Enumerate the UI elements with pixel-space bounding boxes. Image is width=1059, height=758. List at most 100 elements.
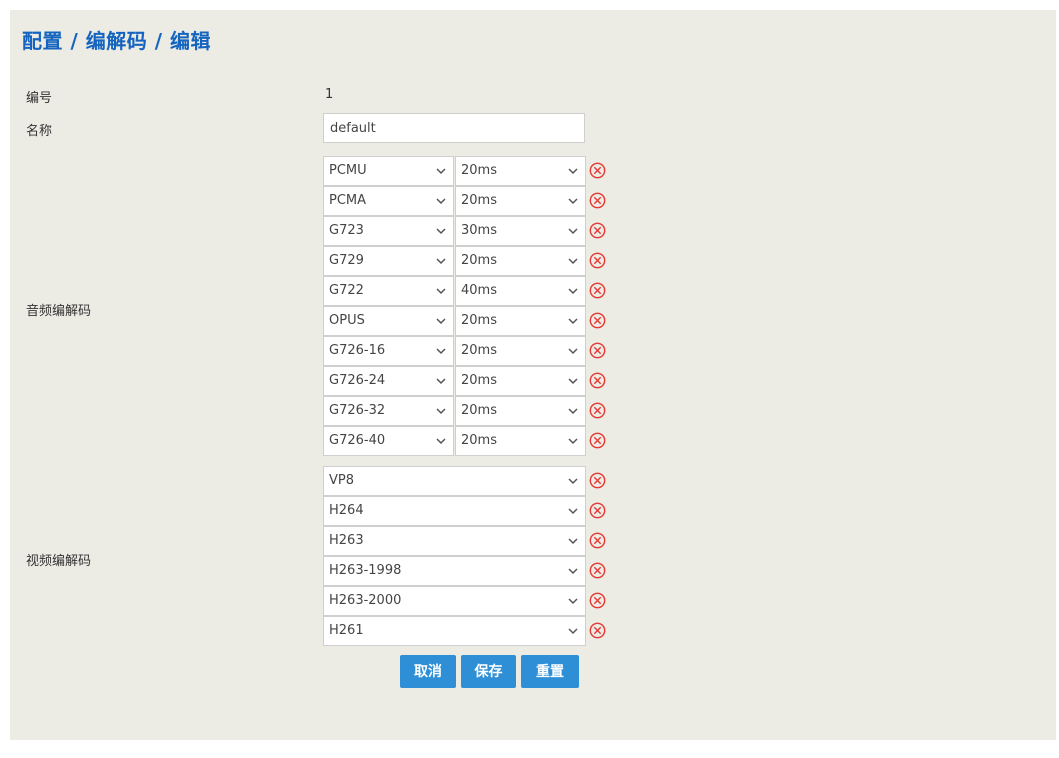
select-value: 20ms <box>461 403 497 418</box>
select-value: VP8 <box>329 473 355 488</box>
select-value: PCMU <box>329 163 367 178</box>
chevron-down-icon <box>568 478 578 485</box>
audio-codec-select[interactable]: OPUS <box>323 306 454 336</box>
chevron-down-icon <box>568 508 578 515</box>
select-value: H263-2000 <box>329 593 402 608</box>
chevron-down-icon <box>568 598 578 605</box>
audio-codec-select[interactable]: G726-32 <box>323 396 454 426</box>
chevron-down-icon <box>568 438 578 445</box>
video-codec-select[interactable]: VP8 <box>323 466 586 496</box>
remove-codec-icon[interactable] <box>589 562 606 579</box>
select-value: 30ms <box>461 223 497 238</box>
remove-codec-icon[interactable] <box>589 162 606 179</box>
remove-codec-icon[interactable] <box>589 432 606 449</box>
audio-codec-select[interactable]: PCMA <box>323 186 454 216</box>
audio-ptime-select[interactable]: 20ms <box>455 246 586 276</box>
chevron-down-icon <box>568 408 578 415</box>
chevron-down-icon <box>568 288 578 295</box>
chevron-down-icon <box>436 318 446 325</box>
video-codec-select[interactable]: H264 <box>323 496 586 526</box>
select-value: 20ms <box>461 343 497 358</box>
chevron-down-icon <box>568 348 578 355</box>
remove-codec-icon[interactable] <box>589 402 606 419</box>
remove-codec-icon[interactable] <box>589 222 606 239</box>
chevron-down-icon <box>568 318 578 325</box>
select-value: H263-1998 <box>329 563 402 578</box>
audio-codec-select[interactable]: G722 <box>323 276 454 306</box>
remove-codec-icon[interactable] <box>589 342 606 359</box>
select-value: G726-40 <box>329 433 386 448</box>
select-value: 20ms <box>461 433 497 448</box>
audio-ptime-select[interactable]: 20ms <box>455 336 586 366</box>
video-codec-select[interactable]: H263 <box>323 526 586 556</box>
name-label: 名称 <box>26 124 53 139</box>
remove-codec-icon[interactable] <box>589 312 606 329</box>
select-value: OPUS <box>329 313 365 328</box>
select-value: G726-32 <box>329 403 386 418</box>
select-value: G723 <box>329 223 364 238</box>
cancel-button[interactable]: 取消 <box>400 655 456 688</box>
edit-panel: 配置 / 编解码 / 编辑 编号 1 名称 音频编解码 PCMU 20ms PCMA… <box>10 10 1056 740</box>
audio-ptime-select[interactable]: 20ms <box>455 426 586 456</box>
select-value: PCMA <box>329 193 367 208</box>
video-codec-label: 视频编解码 <box>26 554 92 569</box>
audio-ptime-select[interactable]: 30ms <box>455 216 586 246</box>
reset-button[interactable]: 重置 <box>521 655 579 688</box>
audio-ptime-select[interactable]: 20ms <box>455 186 586 216</box>
select-value: 20ms <box>461 193 497 208</box>
chevron-down-icon <box>436 408 446 415</box>
audio-codec-select[interactable]: G726-24 <box>323 366 454 396</box>
audio-codec-select[interactable]: G723 <box>323 216 454 246</box>
chevron-down-icon <box>568 228 578 235</box>
audio-ptime-select[interactable]: 20ms <box>455 306 586 336</box>
audio-codec-select[interactable]: G726-40 <box>323 426 454 456</box>
id-value: 1 <box>325 87 334 102</box>
remove-codec-icon[interactable] <box>589 252 606 269</box>
select-value: G726-16 <box>329 343 386 358</box>
chevron-down-icon <box>568 168 578 175</box>
video-codec-select[interactable]: H263-1998 <box>323 556 586 586</box>
chevron-down-icon <box>568 628 578 635</box>
save-button[interactable]: 保存 <box>461 655 516 688</box>
remove-codec-icon[interactable] <box>589 282 606 299</box>
select-value: G726-24 <box>329 373 386 388</box>
chevron-down-icon <box>436 228 446 235</box>
chevron-down-icon <box>568 568 578 575</box>
select-value: G722 <box>329 283 364 298</box>
select-value: G729 <box>329 253 364 268</box>
audio-ptime-select[interactable]: 20ms <box>455 396 586 426</box>
remove-codec-icon[interactable] <box>589 372 606 389</box>
select-value: 20ms <box>461 313 497 328</box>
chevron-down-icon <box>436 258 446 265</box>
audio-ptime-select[interactable]: 20ms <box>455 366 586 396</box>
chevron-down-icon <box>436 348 446 355</box>
audio-codec-select[interactable]: G726-16 <box>323 336 454 366</box>
video-codec-select[interactable]: H261 <box>323 616 586 646</box>
chevron-down-icon <box>436 168 446 175</box>
audio-codec-label: 音频编解码 <box>26 304 92 319</box>
remove-codec-icon[interactable] <box>589 472 606 489</box>
audio-codec-select[interactable]: PCMU <box>323 156 454 186</box>
remove-codec-icon[interactable] <box>589 592 606 609</box>
chevron-down-icon <box>436 438 446 445</box>
video-codec-select[interactable]: H263-2000 <box>323 586 586 616</box>
chevron-down-icon <box>568 198 578 205</box>
remove-codec-icon[interactable] <box>589 192 606 209</box>
chevron-down-icon <box>568 538 578 545</box>
select-value: H263 <box>329 533 364 548</box>
audio-ptime-select[interactable]: 20ms <box>455 156 586 186</box>
remove-codec-icon[interactable] <box>589 502 606 519</box>
chevron-down-icon <box>568 378 578 385</box>
name-input[interactable] <box>323 113 585 143</box>
select-value: H261 <box>329 623 364 638</box>
chevron-down-icon <box>436 288 446 295</box>
remove-codec-icon[interactable] <box>589 532 606 549</box>
select-value: H264 <box>329 503 364 518</box>
select-value: 40ms <box>461 283 497 298</box>
audio-ptime-select[interactable]: 40ms <box>455 276 586 306</box>
remove-codec-icon[interactable] <box>589 622 606 639</box>
audio-codec-select[interactable]: G729 <box>323 246 454 276</box>
chevron-down-icon <box>436 198 446 205</box>
chevron-down-icon <box>568 258 578 265</box>
chevron-down-icon <box>436 378 446 385</box>
